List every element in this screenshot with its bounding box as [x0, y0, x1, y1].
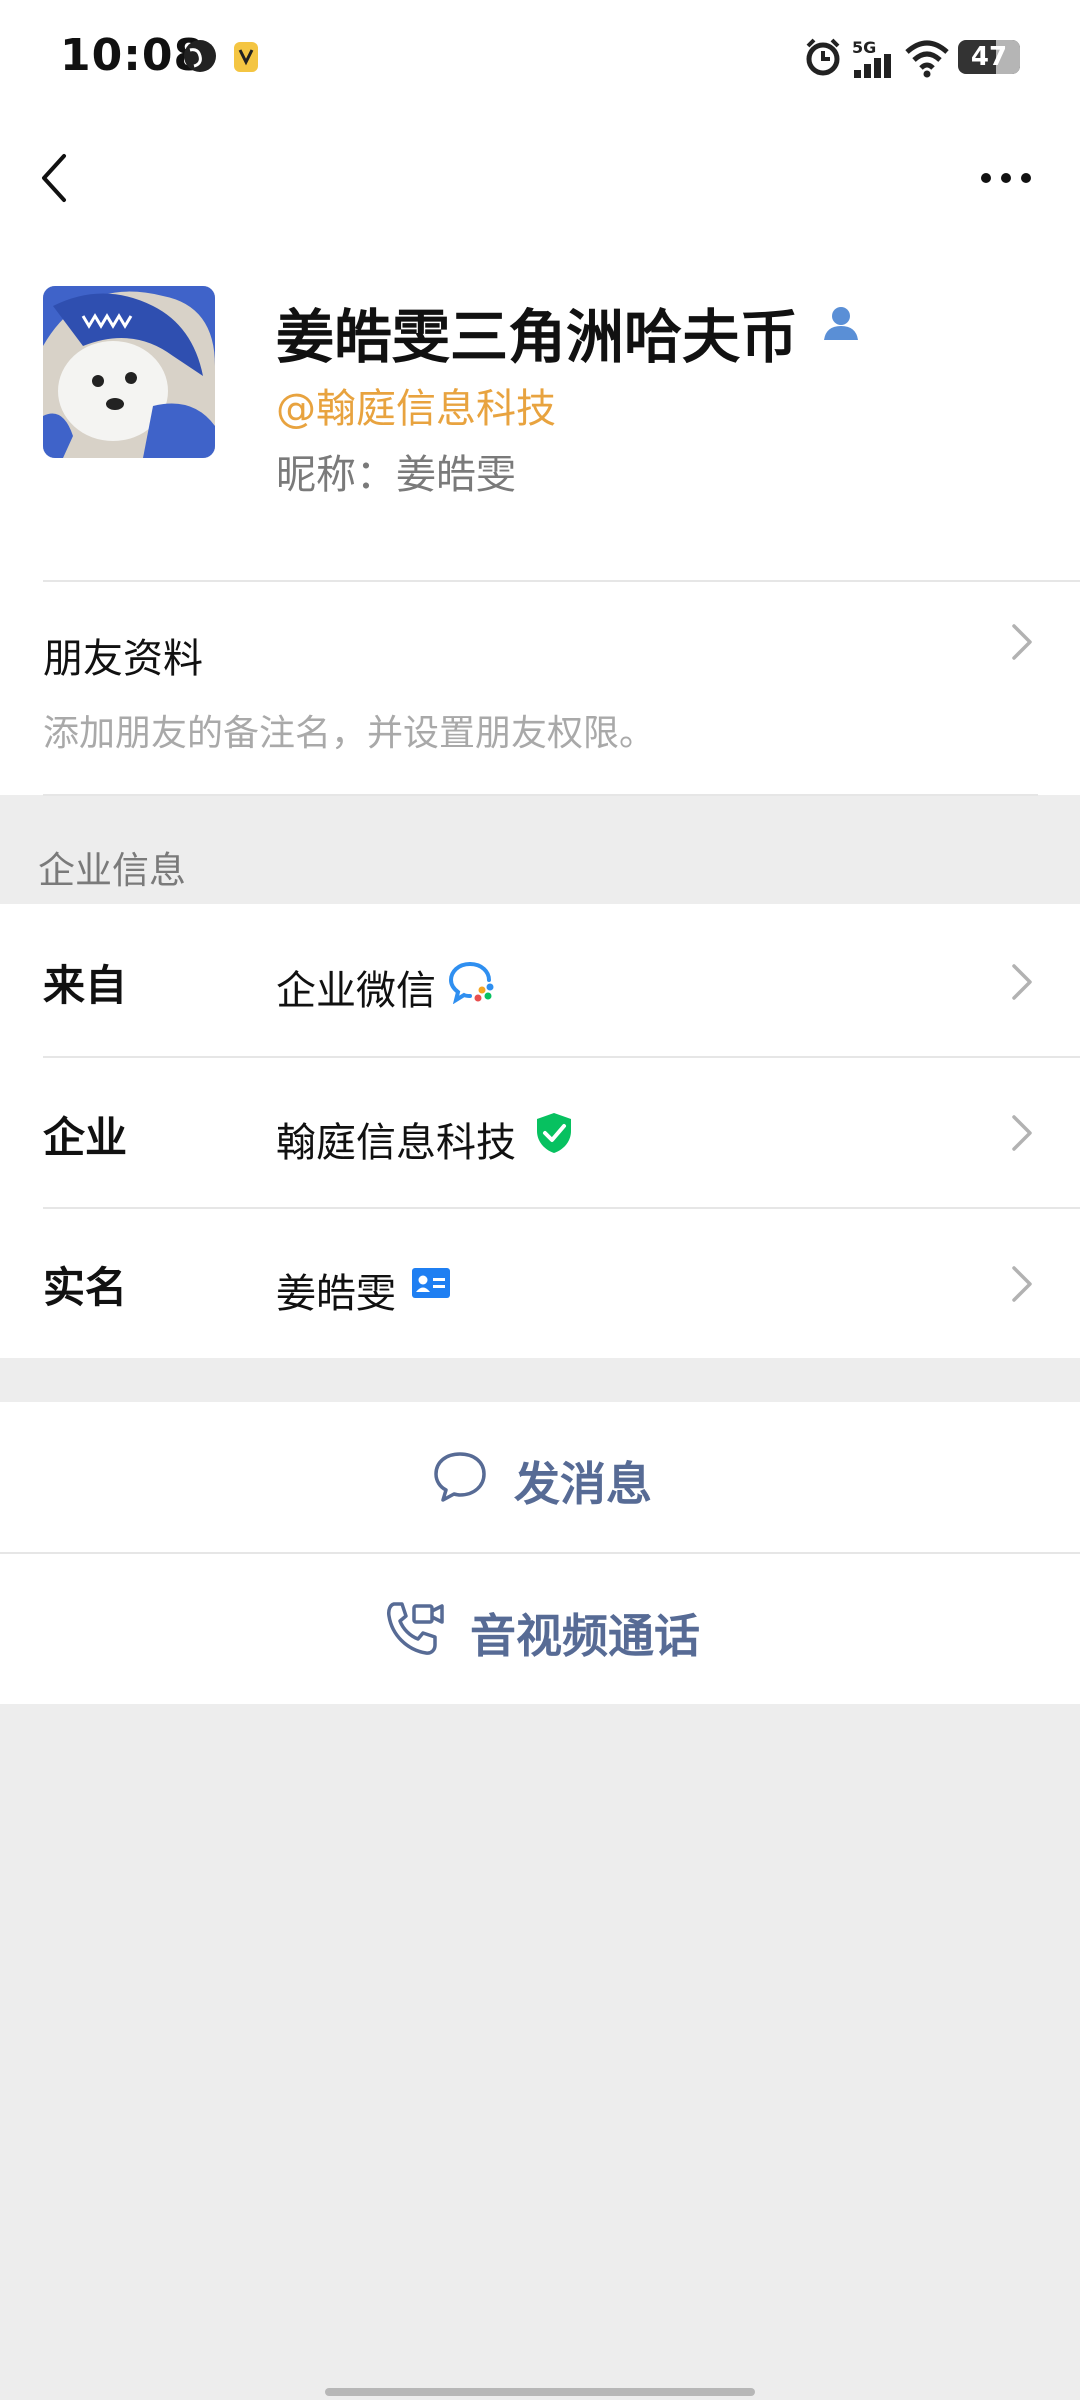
chevron-right-icon — [1012, 1266, 1032, 1302]
id-card-icon — [412, 1268, 450, 1298]
friend-info-row[interactable] — [0, 580, 1080, 795]
nickname: 昵称：姜皓雯 — [276, 452, 516, 498]
verified-shield-icon — [537, 1113, 571, 1153]
wifi-icon — [905, 40, 949, 78]
company-tag: @翰庭信息科技 — [276, 386, 556, 432]
row-label: 实名 — [43, 1263, 128, 1312]
phone-video-icon — [387, 1602, 444, 1655]
more-horizontal-icon[interactable] — [980, 170, 1032, 186]
alarm-icon — [806, 38, 840, 76]
av-call-label: 音视频通话 — [470, 1609, 700, 1663]
send-message-label: 发消息 — [514, 1457, 652, 1511]
app-notification-icon — [234, 42, 258, 72]
divider — [43, 580, 1080, 582]
row-label: 来自 — [43, 961, 128, 1010]
globe-icon — [184, 40, 216, 72]
enterprise-row-realname[interactable] — [0, 1209, 1080, 1358]
chevron-left-icon[interactable] — [38, 152, 68, 204]
wecom-icon — [448, 962, 494, 1004]
row-value: 翰庭信息科技 — [276, 1120, 516, 1166]
friend-info-title: 朋友资料 — [43, 636, 203, 682]
row-label: 企业 — [43, 1113, 128, 1162]
home-indicator[interactable] — [325, 2388, 755, 2396]
enterprise-row-source[interactable] — [0, 904, 1080, 1056]
divider — [43, 794, 1038, 796]
display-name: 姜皓雯三角洲哈夫币 — [276, 303, 799, 371]
avatar[interactable] — [43, 286, 215, 458]
signal-icon — [854, 54, 891, 78]
row-value: 姜皓雯 — [276, 1271, 396, 1317]
battery-indicator: 47 — [958, 40, 1020, 74]
chevron-right-icon — [1012, 964, 1032, 1000]
avatar-image — [43, 286, 215, 458]
friend-info-subtitle: 添加朋友的备注名，并设置朋友权限。 — [43, 713, 656, 754]
chat-bubble-icon — [434, 1452, 486, 1502]
nav-bar — [0, 120, 1080, 260]
chevron-right-icon — [1012, 624, 1032, 660]
row-value: 企业微信 — [276, 968, 436, 1014]
section-label-enterprise: 企业信息 — [38, 849, 186, 892]
enterprise-user-icon — [824, 307, 858, 340]
battery-level: 47 — [970, 42, 1008, 72]
chevron-right-icon — [1012, 1115, 1032, 1151]
